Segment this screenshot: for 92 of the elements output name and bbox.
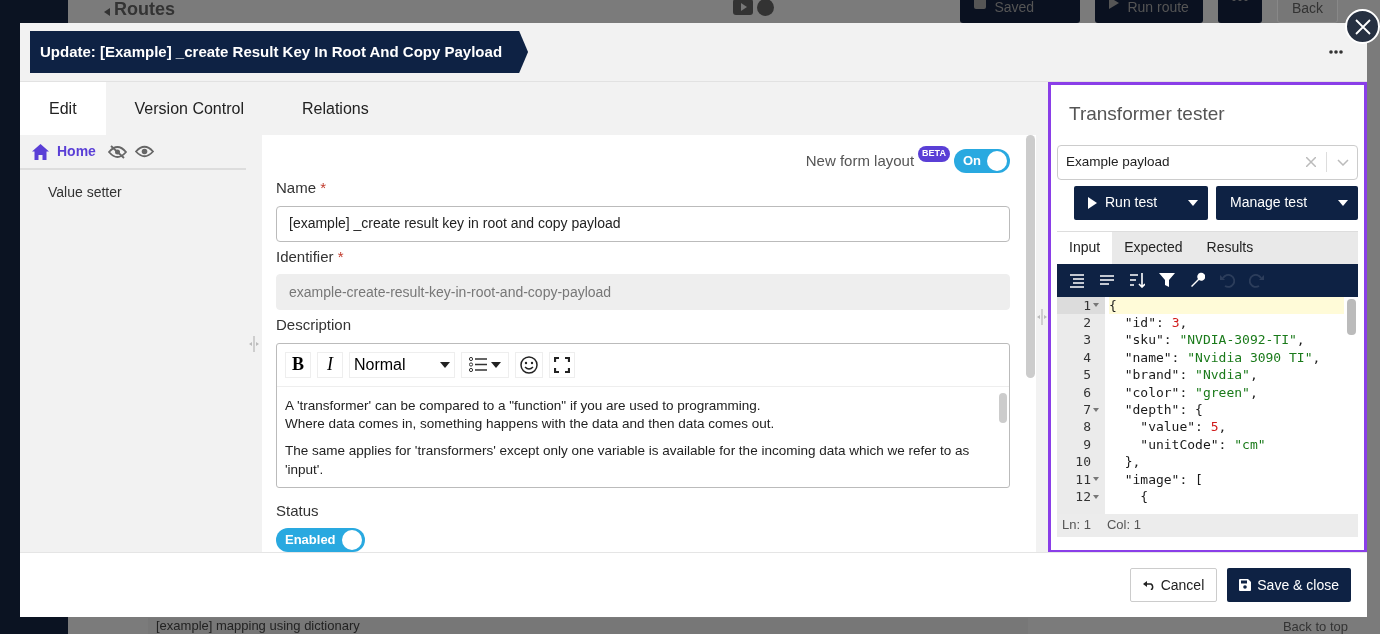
heading-select[interactable]: Normal: [349, 351, 455, 378]
fold-caret-icon[interactable]: [1093, 303, 1099, 308]
splitter-handle-icon: [249, 335, 259, 352]
fold-caret-icon[interactable]: [1093, 494, 1099, 499]
scrollbar-thumb[interactable]: [1347, 298, 1356, 335]
field-label: Identifier *: [276, 246, 345, 267]
field-label: Status: [276, 500, 320, 521]
run-test-button[interactable]: Run test: [1074, 185, 1208, 220]
filter-icon[interactable]: [1159, 272, 1175, 288]
line-number: 12: [1075, 487, 1091, 506]
cursor-column: Col: 1: [1106, 515, 1141, 535]
eye-icon: [134, 145, 154, 158]
code-line: },: [1123, 453, 1142, 471]
line-number: 2: [1083, 313, 1091, 332]
play-icon: [1109, 0, 1120, 9]
splitter-handle-icon: [1037, 309, 1047, 325]
more-icon: [1329, 50, 1343, 54]
more-button[interactable]: [1217, 0, 1262, 23]
code-line: "unitCode": "cm": [1139, 435, 1267, 454]
scrollbar-thumb[interactable]: [1026, 135, 1035, 378]
code-line: "value": 5,: [1139, 418, 1228, 436]
field-label: Name *: [276, 178, 328, 198]
caret-icon: [440, 361, 450, 368]
field-label: Description: [276, 315, 353, 335]
line-number: 11: [1075, 470, 1091, 488]
line-number: 3: [1083, 331, 1091, 349]
caret-icon: [491, 361, 501, 368]
paragraph: The same applies for 'transformers' except only one variable is available for the incoming data which we refer to as 'input'.: [285, 442, 971, 480]
home-icon: [32, 143, 49, 160]
manage-test-button[interactable]: Manage test: [1216, 185, 1358, 220]
caret-icon: [1338, 199, 1348, 206]
line-number: 5: [1083, 366, 1091, 384]
line-number: 9: [1083, 435, 1091, 454]
code-line: "depth": {: [1123, 400, 1204, 419]
fold-caret-icon[interactable]: [1093, 477, 1099, 482]
code-line: "color": "green",: [1123, 383, 1259, 401]
code-line: "image": [: [1123, 470, 1204, 488]
payload-select[interactable]: Example payload: [1057, 144, 1358, 180]
fullscreen-button[interactable]: [549, 351, 575, 378]
tab[interactable]: Relations: [272, 82, 398, 135]
line-number: 7: [1083, 400, 1091, 419]
fullscreen-icon: [554, 356, 570, 373]
line-number: 4: [1083, 348, 1091, 367]
chevron-left-icon: [104, 7, 110, 16]
tab[interactable]: Edit: [20, 82, 106, 135]
caret-icon: [1188, 199, 1198, 206]
tab[interactable]: Results: [1194, 231, 1266, 264]
beta-badge: BETA: [918, 146, 950, 162]
code-editor[interactable]: 1 2 3 4 5 6 7 8 9 10 11 12 { "id": 3, "sku": "NVDIA-3092-TI", "name": "Nvidia 3090 TI", "brand": "Nvdia", "color": "green", "depth": { "value": 5, "unitCode": "cm" }, "image": [ {: [1057, 296, 1358, 514]
sort-icon[interactable]: [1129, 272, 1145, 288]
panel-title: Transformer tester: [1068, 102, 1226, 126]
format-icon[interactable]: [1069, 272, 1085, 288]
dictionary-field[interactable]: [example] mapping using dictionary: [148, 618, 1028, 634]
code-line: {: [1139, 487, 1150, 506]
scrollbar-thumb[interactable]: [999, 392, 1007, 423]
code-line: "brand": "Nvdia",: [1123, 366, 1259, 384]
layout-label: New form layout: [805, 150, 915, 171]
emoji-button[interactable]: [515, 351, 543, 378]
code-line: "id": 3,: [1123, 313, 1189, 332]
compact-icon[interactable]: [1099, 272, 1115, 288]
italic-button[interactable]: I: [317, 351, 343, 378]
tab[interactable]: Version Control: [105, 82, 273, 135]
paragraph: A 'transformer' can be compared to a "function" if you are used to programming. Where data comes in, something happens with the data and then data comes out.: [285, 396, 776, 434]
home-link[interactable]: Home: [57, 141, 96, 162]
eye-slash-icon: [107, 144, 127, 159]
save-close-button[interactable]: Save & close: [1227, 568, 1351, 602]
identifier-field: example-create-result-key-in-root-and-copy-payload: [276, 274, 1010, 310]
smiley-icon: [520, 355, 538, 374]
list-icon: [469, 357, 487, 372]
bold-button[interactable]: B: [285, 351, 311, 378]
line-number: 6: [1083, 383, 1091, 401]
undo-icon: [1142, 580, 1155, 590]
video-icon: [733, 0, 754, 15]
close-icon: [1353, 17, 1372, 36]
cancel-button[interactable]: Cancel: [1129, 568, 1218, 602]
close-button[interactable]: [1345, 9, 1380, 44]
cursor-line: Ln: 1: [1062, 516, 1091, 535]
tab[interactable]: Input: [1057, 231, 1113, 264]
line-number: 10: [1075, 453, 1091, 471]
code-line: "name": "Nvidia 3090 TI",: [1123, 348, 1322, 367]
code-line: "sku": "NVDIA-3092-TI",: [1123, 331, 1306, 349]
dialog-title: Update: [Example] _create Result Key In Root And Copy Payload: [30, 30, 529, 74]
fold-caret-icon[interactable]: [1093, 407, 1099, 412]
line-number: 1: [1083, 296, 1091, 314]
list-button[interactable]: [461, 351, 509, 378]
clear-icon: [1306, 157, 1316, 167]
chevron-down-icon: [1337, 158, 1349, 166]
play-icon: [1088, 196, 1097, 209]
line-number: 8: [1083, 418, 1091, 436]
name-field[interactable]: [example] _create result key in root and copy payload: [276, 205, 1010, 242]
tab[interactable]: Expected: [1112, 231, 1195, 264]
sidebar-item[interactable]: Value setter: [20, 170, 150, 215]
